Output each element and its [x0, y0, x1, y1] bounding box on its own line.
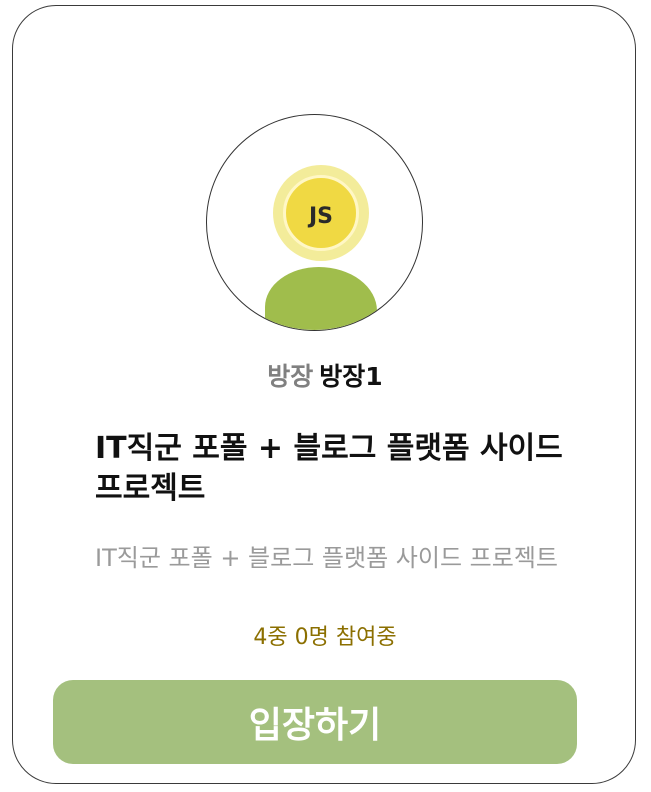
room-card: JS 방장 방장1 IT직군 포폴 + 블로그 플랫폼 사이드 프로젝트 IT직군…: [12, 5, 636, 784]
js-badge-icon: JS: [308, 203, 334, 229]
owner-role-label: 방장: [267, 362, 314, 391]
participant-count: 4중 0명 참여중: [253, 625, 397, 650]
room-title: IT직군 포폴 + 블로그 플랫폼 사이드 프로젝트: [95, 431, 563, 506]
avatar-head: JS: [283, 175, 359, 251]
owner-line: 방장 방장1: [13, 361, 637, 393]
owner-avatar: JS: [206, 114, 423, 331]
enter-room-button[interactable]: 입장하기: [53, 680, 577, 764]
room-description: IT직군 포폴 + 블로그 플랫폼 사이드 프로젝트: [95, 544, 558, 572]
avatar-body: [265, 267, 377, 330]
owner-name: 방장1: [319, 362, 383, 391]
